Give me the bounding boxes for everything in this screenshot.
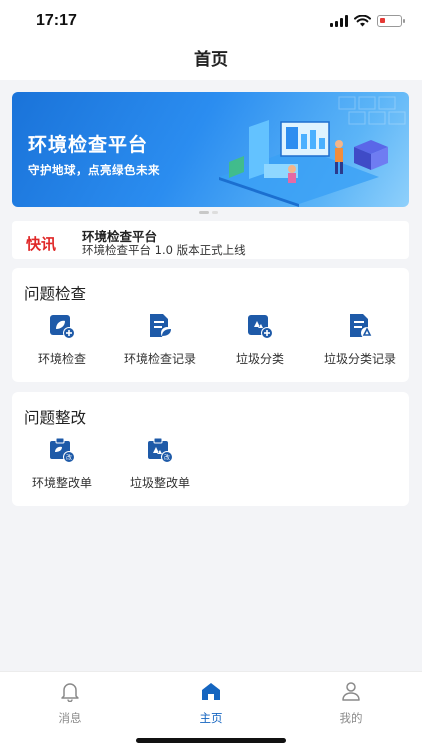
environment-record-button[interactable]: 环境检查记录 — [110, 312, 210, 367]
page-title: 首页 — [194, 50, 228, 70]
user-icon — [342, 682, 360, 701]
environment-record-icon — [150, 314, 173, 339]
environment-check-button[interactable]: 环境检查 — [12, 312, 112, 367]
home-indicator — [136, 738, 286, 743]
tab-messages-label: 消息 — [58, 711, 82, 725]
battery-icon — [377, 15, 405, 27]
garbage-rectify-label: 垃圾整改单 — [129, 476, 190, 490]
carousel-indicator[interactable] — [199, 211, 218, 214]
inspection-card: 问题检查 环境检查 环境检查记录 垃圾分类 垃圾分类记录 — [12, 268, 409, 382]
garbage-sort-button[interactable]: 垃圾分类 — [210, 312, 310, 367]
banner[interactable]: 环境检查平台 守护地球，点亮绿色未来 — [12, 92, 409, 207]
svg-text:改: 改 — [164, 454, 170, 462]
status-bar: 17:17 — [0, 0, 422, 42]
status-icons — [330, 13, 405, 29]
rectify-card: 问题整改 改 环境整改单 改 垃圾整改单 — [12, 392, 409, 506]
garbage-rectify-icon: 改 — [148, 437, 173, 463]
wifi-icon — [354, 15, 371, 27]
banner-subtitle: 守护地球，点亮绿色未来 — [28, 163, 160, 177]
inspection-title: 问题检查 — [24, 285, 87, 303]
news-desc: 环境检查平台 1.0 版本正式上线 — [82, 243, 246, 257]
nav-bar: 首页 — [0, 42, 422, 80]
news-ticker[interactable]: 快讯 环境检查平台 环境检查平台 1.0 版本正式上线 — [12, 221, 409, 259]
garbage-record-icon — [350, 314, 373, 339]
environment-check-icon — [50, 315, 75, 339]
signal-icon — [330, 15, 348, 27]
garbage-sort-icon — [248, 315, 273, 339]
tab-home-label: 主页 — [199, 711, 223, 725]
bell-icon — [61, 683, 79, 703]
environment-rectify-icon: 改 — [50, 437, 75, 463]
banner-title: 环境检查平台 — [28, 134, 149, 156]
tab-home[interactable]: 主页 — [181, 680, 241, 726]
home-icon — [202, 683, 220, 700]
rectify-title: 问题整改 — [24, 409, 87, 427]
garbage-record-button[interactable]: 垃圾分类记录 — [310, 312, 410, 367]
environment-rectify-button[interactable]: 改 环境整改单 — [12, 436, 112, 491]
garbage-sort-label: 垃圾分类 — [235, 352, 284, 366]
garbage-record-label: 垃圾分类记录 — [323, 352, 396, 366]
tab-messages[interactable]: 消息 — [40, 680, 100, 726]
garbage-rectify-button[interactable]: 改 垃圾整改单 — [110, 436, 210, 491]
environment-check-label: 环境检查 — [37, 352, 86, 366]
environment-record-label: 环境检查记录 — [123, 352, 196, 366]
svg-text:改: 改 — [66, 454, 72, 462]
tab-profile-label: 我的 — [339, 711, 363, 725]
tab-profile[interactable]: 我的 — [321, 680, 381, 726]
banner-illustration — [219, 96, 406, 207]
status-time: 17:17 — [36, 12, 77, 29]
environment-rectify-label: 环境整改单 — [31, 476, 92, 490]
news-tag: 快讯 — [26, 235, 57, 253]
